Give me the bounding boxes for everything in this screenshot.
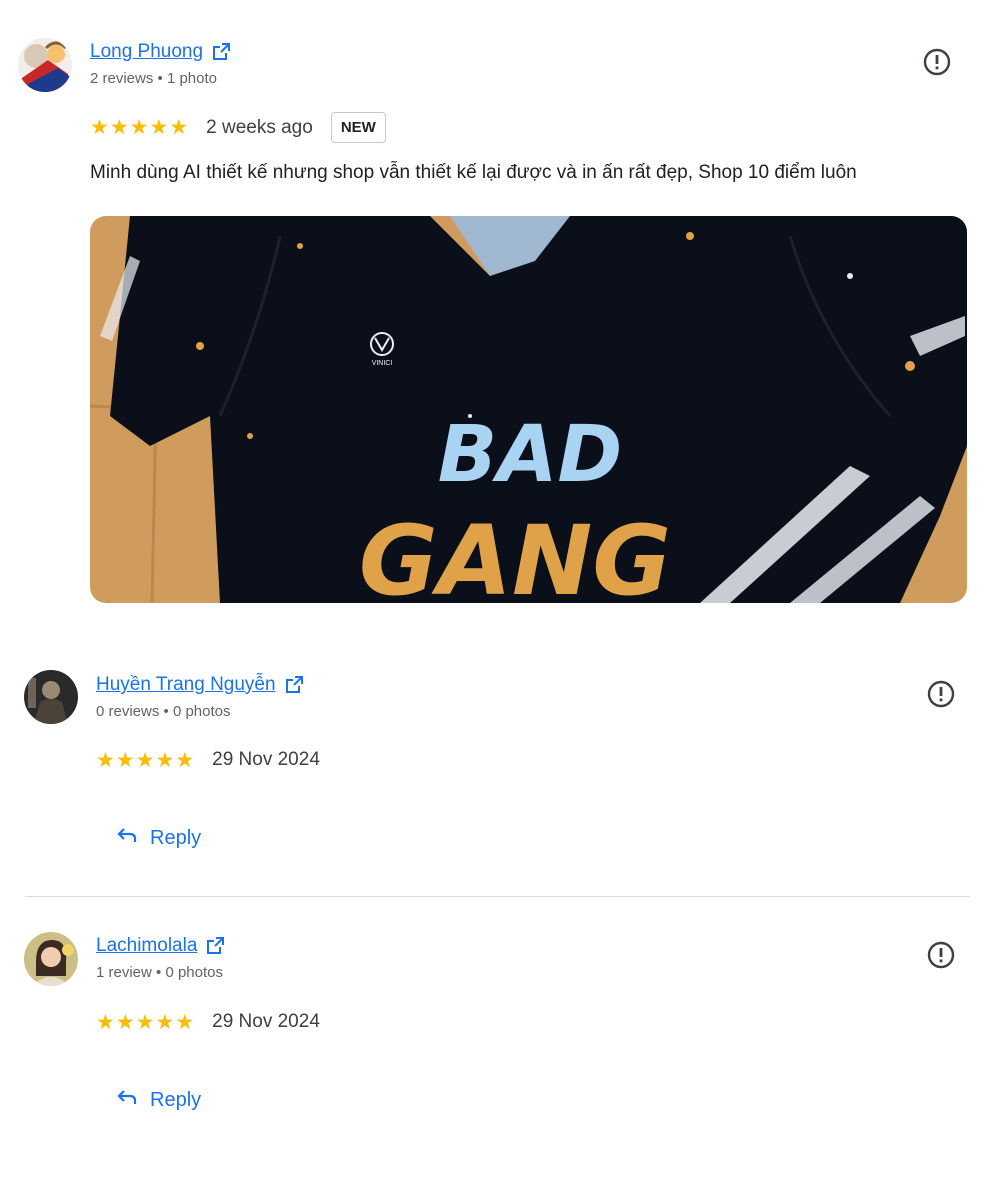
star-icon: ★ (129, 116, 149, 139)
external-link-icon[interactable] (205, 936, 225, 956)
review-date: 29 Nov 2024 (212, 749, 320, 770)
rating-row: ★ ★ ★ ★ ★ 2 weeks ago NEW (90, 112, 386, 143)
star-icon: ★ (169, 116, 189, 139)
review-date: 29 Nov 2024 (212, 1011, 320, 1032)
star-icon: ★ (155, 1010, 175, 1034)
star-rating: ★ ★ ★ ★ ★ (96, 1012, 194, 1033)
reply-button[interactable]: Reply (116, 826, 201, 850)
reviewer-name[interactable]: Lachimolala (96, 935, 197, 957)
report-flag-icon[interactable] (926, 679, 956, 709)
star-rating: ★ ★ ★ ★ ★ (96, 750, 194, 771)
report-flag-icon[interactable] (922, 47, 952, 77)
shirt-graphic-line1: BAD (438, 410, 623, 500)
star-icon: ★ (149, 116, 169, 139)
star-icon: ★ (175, 748, 195, 772)
external-link-icon[interactable] (284, 675, 304, 695)
reviewer-name[interactable]: Huyền Trang Nguyễn (96, 674, 276, 696)
review-divider (25, 896, 970, 897)
review-card-huyen-trang: Huyền Trang Nguyễn 0 reviews • 0 photos … (0, 640, 1000, 890)
avatar[interactable] (24, 670, 78, 724)
reply-arrow-icon (116, 1088, 138, 1112)
reply-button[interactable]: Reply (116, 1088, 201, 1112)
reviewer-meta: 2 reviews • 1 photo (90, 70, 217, 87)
review-photo[interactable]: VINICI BAD GANG (90, 216, 967, 603)
avatar[interactable] (24, 932, 78, 986)
rating-row: ★ ★ ★ ★ ★ 29 Nov 2024 (96, 1011, 320, 1033)
avatar[interactable] (18, 38, 72, 92)
reply-label: Reply (150, 826, 202, 849)
star-icon: ★ (135, 1010, 155, 1034)
star-icon: ★ (135, 748, 155, 772)
shirt-logo-text: VINICI (372, 360, 393, 367)
star-icon: ★ (90, 116, 109, 139)
reviewer-meta: 0 reviews • 0 photos (96, 703, 231, 720)
reviewer-meta: 1 review • 0 photos (96, 964, 223, 981)
rating-row: ★ ★ ★ ★ ★ 29 Nov 2024 (96, 749, 320, 771)
star-rating: ★ ★ ★ ★ ★ (90, 117, 188, 138)
new-badge: NEW (330, 112, 386, 143)
star-icon: ★ (115, 748, 135, 772)
reviewer-name[interactable]: Long Phuong (90, 41, 203, 63)
star-icon: ★ (96, 1010, 115, 1034)
review-card-long-phuong: Long Phuong 2 reviews • 1 photo ★ ★ ★ ★ … (0, 0, 1000, 620)
star-icon: ★ (155, 748, 175, 772)
star-icon: ★ (96, 748, 115, 772)
report-flag-icon[interactable] (926, 940, 956, 970)
review-card-lachimolala: Lachimolala 1 review • 0 photos ★ ★ ★ ★ … (0, 900, 1000, 1150)
shirt-graphic-line2: GANG (359, 505, 671, 603)
reply-arrow-icon (116, 826, 138, 850)
reply-label: Reply (150, 1088, 202, 1111)
review-text[interactable]: Minh dùng AI thiết kế nhưng shop vẫn thi… (90, 162, 857, 184)
review-date: 2 weeks ago (206, 116, 313, 138)
star-icon: ★ (175, 1010, 195, 1034)
external-link-icon[interactable] (211, 42, 231, 62)
star-icon: ★ (109, 116, 129, 139)
star-icon: ★ (115, 1010, 135, 1034)
